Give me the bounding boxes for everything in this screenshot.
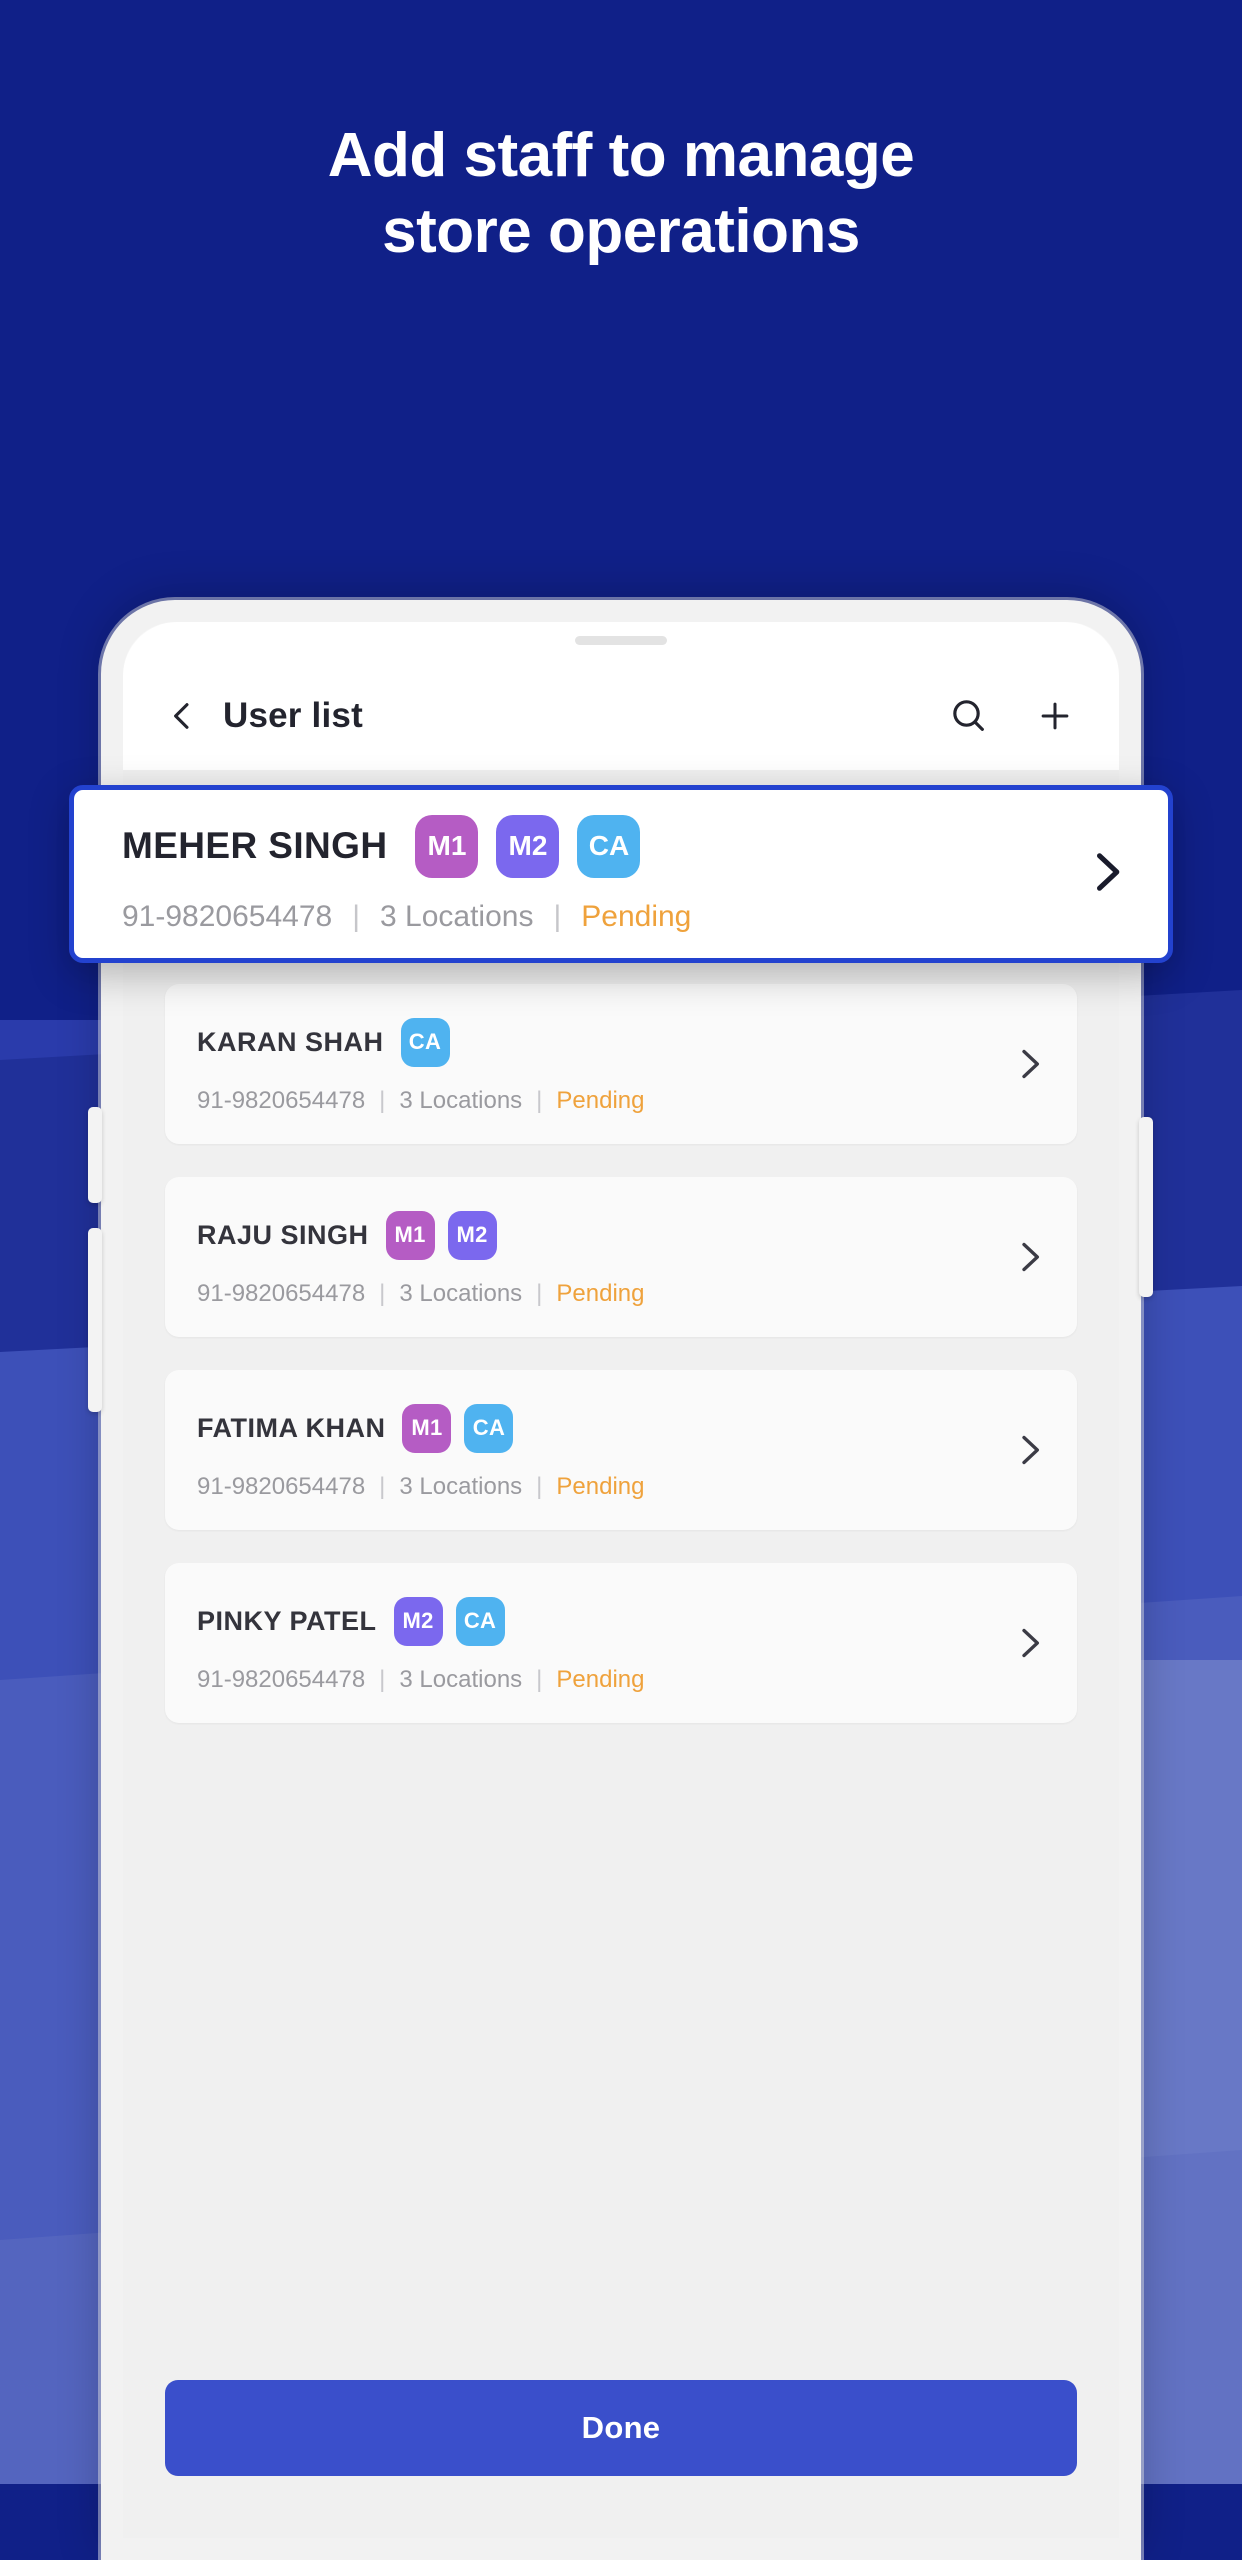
table-row[interactable]: PINKY PATEL M2 CA 91-9820654478 | 3 Locations…: [165, 1563, 1077, 1723]
user-rows: KARAN SHAH CA 91-9820654478 | 3 Locations | Pe…: [165, 984, 1077, 1723]
user-phone: 91-9820654478: [197, 1472, 366, 1500]
table-row[interactable]: KARAN SHAH CA 91-9820654478 | 3 Locations | Pe…: [165, 984, 1077, 1144]
role-badge: CA: [577, 814, 641, 878]
highlighted-user-badges: M1 M2 CA: [415, 814, 641, 878]
meta-separator: |: [553, 899, 562, 933]
user-locations: 3 Locations: [399, 1665, 523, 1693]
search-icon[interactable]: [947, 694, 991, 738]
user-row-top: RAJU SINGH M1 M2: [197, 1210, 991, 1260]
status-badge: Pending: [556, 1665, 645, 1693]
user-locations: 3 Locations: [399, 1472, 523, 1500]
user-badges: CA: [400, 1017, 450, 1067]
role-badge: M1: [402, 1403, 452, 1453]
meta-separator: |: [379, 1472, 386, 1500]
user-name: PINKY PATEL: [197, 1605, 377, 1636]
highlighted-user-phone: 91-9820654478: [122, 899, 333, 933]
phone-power-button: [1139, 1117, 1153, 1297]
user-locations: 3 Locations: [399, 1279, 523, 1307]
chevron-right-icon[interactable]: [1009, 1044, 1049, 1089]
footer-bar: Done: [123, 2380, 1119, 2538]
done-button[interactable]: Done: [165, 2380, 1077, 2476]
user-row-top: PINKY PATEL M2 CA: [197, 1596, 991, 1646]
user-row-meta: 91-9820654478 | 3 Locations | Pending: [197, 1473, 991, 1501]
phone-volume-up-button: [88, 1107, 102, 1203]
headline-line-1: Add staff to manage: [327, 121, 915, 190]
table-row[interactable]: RAJU SINGH M1 M2 91-9820654478 | 3 Locations |…: [165, 1177, 1077, 1337]
meta-separator: |: [379, 1086, 386, 1114]
status-badge: Pending: [556, 1472, 645, 1500]
user-row-body: FATIMA KHAN M1 CA 91-9820654478 | 3 Locations…: [197, 1403, 991, 1501]
chevron-right-icon[interactable]: [1009, 1623, 1049, 1668]
user-row-top: FATIMA KHAN M1 CA: [197, 1403, 991, 1453]
page-title: User list: [223, 696, 363, 735]
user-name: RAJU SINGH: [197, 1219, 369, 1250]
user-name: FATIMA KHAN: [197, 1412, 386, 1443]
meta-separator: |: [536, 1472, 543, 1500]
chevron-right-icon[interactable]: [1080, 846, 1132, 903]
user-row-top: KARAN SHAH CA: [197, 1017, 991, 1067]
role-badge: CA: [464, 1403, 514, 1453]
role-badge: M2: [393, 1596, 443, 1646]
role-badge: CA: [400, 1017, 450, 1067]
user-row-meta: 91-9820654478 | 3 Locations | Pending: [197, 1280, 991, 1308]
phone-speaker: [575, 636, 667, 645]
user-badges: M2 CA: [393, 1596, 505, 1646]
meta-separator: |: [352, 899, 361, 933]
role-badge: M1: [385, 1210, 435, 1260]
user-row-body: KARAN SHAH CA 91-9820654478 | 3 Locations | Pe…: [197, 1017, 991, 1115]
app-bar-actions: [947, 694, 1077, 738]
user-phone: 91-9820654478: [197, 1665, 366, 1693]
highlighted-user-name: MEHER SINGH: [122, 825, 388, 866]
status-badge: Pending: [581, 899, 692, 933]
user-row-body: RAJU SINGH M1 M2 91-9820654478 | 3 Locations |…: [197, 1210, 991, 1308]
role-badge: CA: [455, 1596, 505, 1646]
table-row[interactable]: FATIMA KHAN M1 CA 91-9820654478 | 3 Locations…: [165, 1370, 1077, 1530]
user-name: KARAN SHAH: [197, 1026, 384, 1057]
status-badge: Pending: [556, 1279, 645, 1307]
user-badges: M1 CA: [402, 1403, 514, 1453]
user-phone: 91-9820654478: [197, 1086, 366, 1114]
role-badge: M1: [415, 814, 479, 878]
plus-icon[interactable]: [1033, 694, 1077, 738]
user-list[interactable]: KARAN SHAH CA 91-9820654478 | 3 Locations | Pe…: [123, 770, 1119, 2538]
user-row-meta: 91-9820654478 | 3 Locations | Pending: [197, 1666, 991, 1694]
meta-separator: |: [379, 1665, 386, 1693]
highlighted-user-card[interactable]: MEHER SINGH M1 M2 CA 91-9820654478 | 3 Loc…: [69, 785, 1173, 963]
phone-volume-down-button: [88, 1228, 102, 1412]
highlighted-user-top: MEHER SINGH M1 M2 CA: [122, 814, 1060, 878]
meta-separator: |: [536, 1279, 543, 1307]
status-badge: Pending: [556, 1086, 645, 1114]
user-badges: M1 M2: [385, 1210, 497, 1260]
user-phone: 91-9820654478: [197, 1279, 366, 1307]
highlighted-user-body: MEHER SINGH M1 M2 CA 91-9820654478 | 3 Loc…: [122, 814, 1060, 934]
highlighted-user-locations: 3 Locations: [380, 899, 534, 933]
meta-separator: |: [536, 1665, 543, 1693]
meta-separator: |: [379, 1279, 386, 1307]
promo-headline: Add staff to manage store operations: [0, 118, 1242, 269]
user-row-meta: 91-9820654478 | 3 Locations | Pending: [197, 1087, 991, 1115]
headline-line-2: store operations: [382, 196, 860, 266]
chevron-right-icon[interactable]: [1009, 1430, 1049, 1475]
chevron-left-icon[interactable]: [165, 699, 199, 733]
highlighted-user-meta: 91-9820654478 | 3 Locations | Pending: [122, 900, 1060, 934]
chevron-right-icon[interactable]: [1009, 1237, 1049, 1282]
role-badge: M2: [496, 814, 560, 878]
user-locations: 3 Locations: [399, 1086, 523, 1114]
user-row-body: PINKY PATEL M2 CA 91-9820654478 | 3 Locations…: [197, 1596, 991, 1694]
meta-separator: |: [536, 1086, 543, 1114]
role-badge: M2: [447, 1210, 497, 1260]
app-bar: User list: [123, 668, 1119, 764]
